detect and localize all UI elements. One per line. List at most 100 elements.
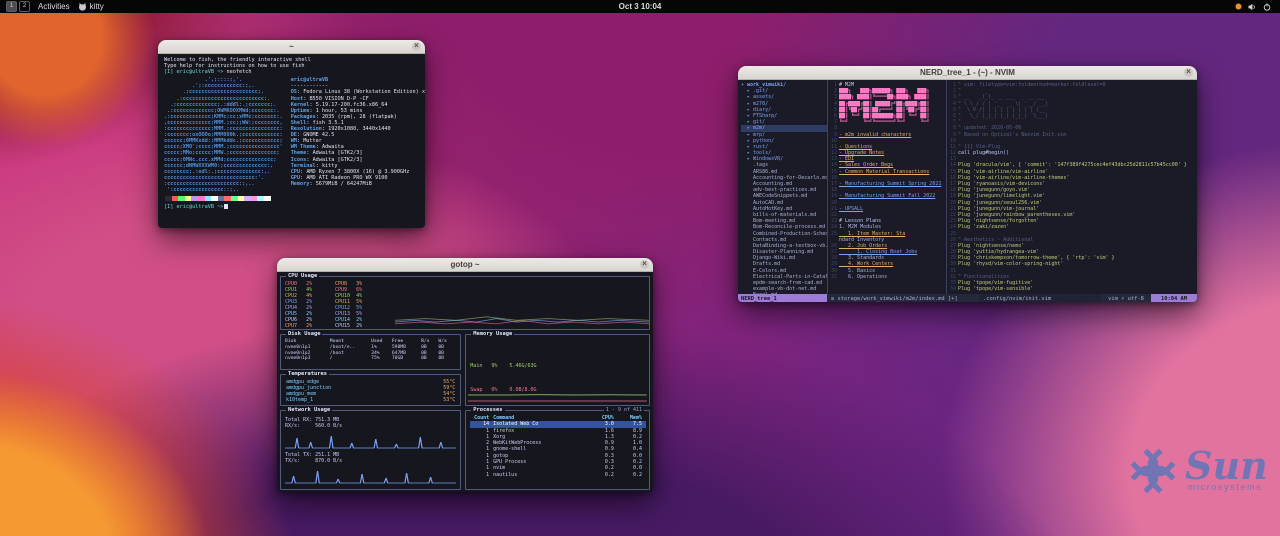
buffer-line: 31 6. Operations: [828, 274, 946, 280]
info-row: Memory5679MiB / 64247MiB: [291, 181, 425, 187]
buffer-init-vim[interactable]: 1" vim: filetype=vim:foldmethod=marker:f…: [946, 80, 1197, 294]
window-kitty-fastfetch: ~ × Welcome to fish, the friendly intera…: [158, 40, 425, 228]
statusline-file-segment: ≡ storage/work_vimwiki/m2m/index.md [+]: [827, 294, 979, 302]
tx-rate: TX/s: 870.0 B/s: [285, 458, 456, 464]
top-bar: 1 2 Activities kitty Oct 3 10:04: [0, 0, 1280, 13]
window-title: ~: [289, 42, 294, 51]
palette-swatch: [172, 196, 179, 201]
titlebar-fastfetch[interactable]: ~ ×: [158, 40, 425, 54]
sun-microsystems-logo: Sun microsystems: [1126, 444, 1268, 498]
sun-subtitle: microsystems: [1188, 482, 1268, 492]
volume-icon[interactable]: [1248, 3, 1257, 11]
cpu-graph: [395, 277, 649, 329]
palette-swatch: [224, 196, 231, 201]
panel-title: Temperatures: [286, 371, 329, 377]
processes-panel: Processes 1 - 9 of 411 Count Command CPU…: [465, 410, 650, 490]
color-palette: [165, 196, 419, 201]
palette-swatch: [185, 196, 192, 201]
window-title: NERD_tree_1 - (~) - NVIM: [920, 68, 1015, 77]
buffer-line: 34Plug 'tpope/vim-sensible': [947, 286, 1197, 292]
rx-graph: [285, 430, 456, 450]
cpu-usage-panel: CPU Usage CPU0 2%CPU8 3% CPU1 4%CPU9 6% …: [280, 276, 650, 330]
terminal-cursor: [224, 204, 227, 209]
palette-swatch: [257, 196, 264, 201]
workspace-indicator[interactable]: 1 2: [6, 1, 30, 12]
nerdtree-pane[interactable]: ▾ work_vimwiki/ ▸ .git/ ▸ assets/ ▸ m270…: [738, 80, 827, 294]
palette-swatch: [238, 196, 245, 201]
palette-swatch: [178, 196, 185, 201]
palette-swatch: [231, 196, 238, 201]
gotop-dashboard[interactable]: CPU Usage CPU0 2%CPU8 3% CPU1 4%CPU9 6% …: [277, 272, 653, 492]
workspace-2[interactable]: 2: [19, 1, 30, 12]
statusline-encoding-segment: vim ⚡ utf-8: [1101, 294, 1151, 302]
palette-swatch: [198, 196, 205, 201]
focused-app-menu[interactable]: kitty: [78, 2, 104, 11]
window-nvim: NERD_tree_1 - (~) - NVIM × ▾ work_vimwik…: [738, 66, 1197, 302]
panel-title: Disk Usage: [286, 331, 322, 337]
system-info: eric@ultraVB ------------ OSFedora Linux…: [291, 77, 425, 193]
process-range: 1 - 9 of 411: [604, 407, 644, 413]
memory-usage-panel: Memory Usage Main 9% 5.46G/63G Swap 0% 0…: [465, 334, 650, 406]
palette-swatch: [244, 196, 251, 201]
memory-graph: [468, 363, 647, 403]
prompt-line-2: [I] eric@ultraVB ~>: [164, 204, 419, 210]
tree-item[interactable]: Bom-Reconcile-process.md: [741, 224, 827, 230]
window-gotop: gotop ~ × CPU Usage CPU0 2%CPU8 3% CPU1 …: [277, 258, 653, 492]
terminal-fastfetch[interactable]: Welcome to fish, the friendly interactiv…: [158, 54, 425, 213]
shell-prompt: [I] eric@ultraVB ~>: [164, 69, 223, 75]
statusline-time-segment: 10:04 AM: [1151, 294, 1197, 302]
rx-total: Total RX: 751.3 MB: [285, 415, 456, 423]
close-icon[interactable]: ×: [640, 260, 649, 269]
temperatures-panel: Temperatures amdgpu_edge55°C amdgpu_junc…: [280, 374, 461, 406]
titlebar-gotop[interactable]: gotop ~ ×: [277, 258, 653, 272]
palette-swatch: [165, 196, 172, 201]
record-icon[interactable]: [1235, 3, 1242, 10]
process-rows: 14Isolated Web Co3.07.5 1firefox1.68.9 1…: [470, 421, 646, 478]
close-icon[interactable]: ×: [1184, 68, 1193, 77]
cpu-core-row: CPU7 2%CPU15 2%: [285, 323, 393, 329]
rx-rate: RX/s: 560.0 B/s: [285, 423, 456, 429]
activities-button[interactable]: Activities: [38, 2, 70, 11]
palette-swatch: [218, 196, 225, 201]
disk-rows: nvme0n1p1/boot/e..1%598MB0B0B nvme0n1p2/…: [281, 345, 460, 362]
disk-usage-panel: Disk Usage Disk Mount Used Free R/s W/s: [280, 334, 461, 370]
panel-title: CPU Usage: [286, 273, 319, 279]
focused-app-name: kitty: [90, 2, 104, 11]
window-title: gotop ~: [450, 260, 479, 269]
panel-title: Memory Usage: [471, 331, 514, 337]
workspace-1[interactable]: 1: [6, 1, 17, 12]
temperature-rows: amdgpu_edge55°C amdgpu_junction59°C amdg…: [281, 375, 460, 404]
shell-prompt: [I] eric@ultraVB ~>: [164, 204, 223, 210]
panel-title: Processes: [471, 407, 504, 413]
palette-swatch: [251, 196, 258, 201]
power-icon[interactable]: [1263, 3, 1271, 11]
info-list: OSFedora Linux 38 (Workstation Edition) …: [291, 89, 425, 187]
buffer-index-md[interactable]: 1# M2M 2███╗ ███╗██████╗ ███╗ ███╗ 3████…: [827, 80, 946, 294]
statusline: NERD_tree_1 ≡ storage/work_vimwiki/m2m/i…: [738, 294, 1197, 302]
palette-swatch: [264, 196, 271, 201]
command-text: neofetch: [226, 69, 251, 75]
sun-diamond-icon: [1126, 444, 1180, 498]
tree-items: ▸ .git/ ▸ assets/ ▸ m270/ ▸ diary/ ▸ FTS…: [741, 88, 827, 294]
tree-item[interactable]: Combined-Production-Schedule.md: [741, 231, 827, 237]
clock[interactable]: Oct 3 10:04: [619, 2, 662, 11]
disk-row: nvme0n1p3/75%70GB0B0B: [281, 356, 460, 362]
palette-swatch: [205, 196, 212, 201]
titlebar-nvim[interactable]: NERD_tree_1 - (~) - NVIM ×: [738, 66, 1197, 80]
statusline-init-segment: .config/nvim/init.vim: [979, 294, 1101, 302]
kitty-icon: [78, 2, 87, 11]
palette-swatch: [211, 196, 218, 201]
palette-swatch: [191, 196, 198, 201]
sun-wordmark: Sun: [1185, 448, 1268, 484]
process-row[interactable]: 1nautilus0.20.2: [470, 472, 646, 478]
system-tray[interactable]: [1235, 3, 1280, 11]
close-icon[interactable]: ×: [412, 42, 421, 51]
statusline-tree-segment: NERD_tree_1: [738, 294, 827, 302]
temperature-row: k10temp_153°C: [281, 397, 460, 403]
panel-title: Network Usage: [286, 407, 332, 413]
fedora-ascii-logo: .',;::::;,'. .';:cccccccccccc:;,. .;cccc…: [164, 77, 283, 193]
cpu-core-list: CPU0 2%CPU8 3% CPU1 4%CPU9 6% CPU2 4%CPU…: [281, 277, 395, 329]
prompt-line: [I] eric@ultraVB ~> neofetch: [164, 69, 419, 75]
tx-graph: [285, 465, 456, 485]
network-usage-panel: Network Usage Total RX: 751.3 MB RX/s: 5…: [280, 410, 461, 490]
